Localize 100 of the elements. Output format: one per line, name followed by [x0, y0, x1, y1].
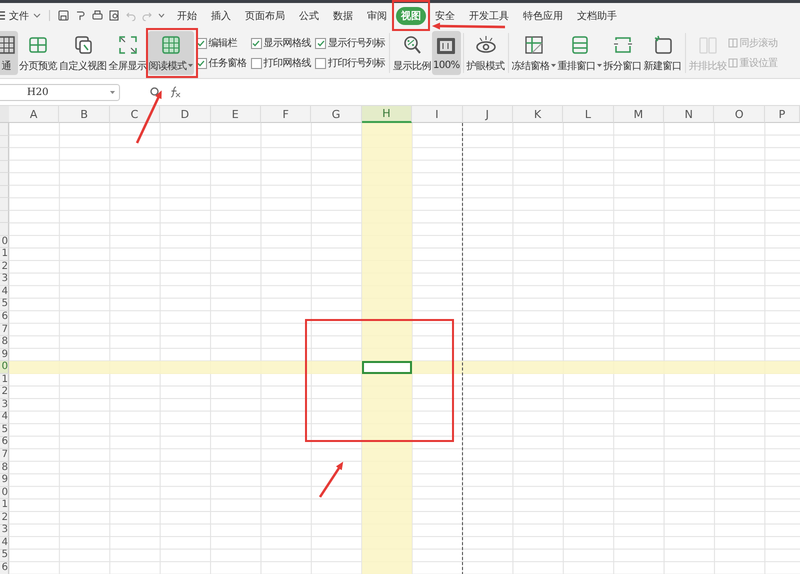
column-header[interactable]: P: [764, 106, 800, 123]
row-header[interactable]: 5: [0, 550, 9, 562]
ribbon-button[interactable]: 护眼模式: [466, 31, 506, 75]
eye-icon: [474, 34, 497, 56]
ribbon-button[interactable]: 通: [0, 31, 18, 75]
row-header[interactable]: 9: [0, 348, 9, 362]
row-header[interactable]: 0: [0, 236, 9, 248]
row-header[interactable]: 0: [0, 361, 9, 374]
name-box[interactable]: H20: [0, 84, 120, 100]
row-header[interactable]: [0, 198, 9, 211]
row-header[interactable]: 1: [0, 248, 9, 262]
ribbon-tab[interactable]: 公式: [294, 6, 324, 24]
row-header[interactable]: [0, 186, 9, 198]
file-menu[interactable]: 文件: [9, 8, 29, 22]
row-header[interactable]: 3: [0, 399, 9, 412]
ribbon-tab[interactable]: 数据: [328, 6, 358, 24]
row-header[interactable]: 1: [0, 374, 9, 386]
column-header[interactable]: B: [59, 106, 110, 123]
ribbon-button[interactable]: 100%: [432, 31, 461, 75]
column-header[interactable]: L: [563, 106, 614, 123]
column-header[interactable]: M: [614, 106, 664, 123]
print-icon[interactable]: [92, 10, 103, 21]
function-icon[interactable]: [169, 86, 181, 98]
checkbox[interactable]: 打印网格线: [250, 56, 311, 70]
column-header[interactable]: E: [210, 106, 261, 123]
checkbox[interactable]: 编辑栏: [196, 36, 246, 50]
column-header[interactable]: J: [462, 106, 513, 123]
column-header[interactable]: O: [714, 106, 765, 123]
check-icon: [197, 40, 205, 46]
column-header[interactable]: D: [160, 106, 211, 123]
ribbon-tab[interactable]: 安全: [430, 6, 460, 24]
ribbon-button[interactable]: 冻结窗格: [510, 31, 557, 75]
row-header[interactable]: 3: [0, 524, 9, 538]
ribbon-button[interactable]: 拆分窗口: [602, 31, 643, 75]
ribbon-tab[interactable]: 开发工具: [464, 6, 514, 24]
grid-icon: [0, 34, 17, 56]
row-header[interactable]: 7: [0, 324, 9, 336]
checkbox[interactable]: 显示网格线: [250, 36, 311, 50]
row-header[interactable]: 2: [0, 386, 9, 400]
chevron-icon[interactable]: [33, 12, 41, 18]
row-header[interactable]: [0, 148, 9, 161]
row-header[interactable]: 1: [0, 499, 9, 512]
row-header[interactable]: 0: [0, 486, 9, 500]
row-header[interactable]: [0, 160, 9, 174]
ribbon-button[interactable]: 重排窗口: [556, 31, 603, 75]
undo-icon[interactable]: [126, 10, 136, 20]
arrow: [318, 462, 344, 498]
row-header[interactable]: [0, 210, 9, 224]
row-header[interactable]: 3: [0, 274, 9, 286]
row-header[interactable]: 9: [0, 474, 9, 487]
row-header[interactable]: 6: [0, 562, 9, 574]
ribbon-button[interactable]: 新建窗口: [642, 31, 683, 75]
row-header[interactable]: [0, 223, 9, 236]
zoom-icon[interactable]: [150, 86, 161, 98]
column-header[interactable]: N: [664, 106, 714, 123]
ribbon-tab[interactable]: 文档助手: [572, 6, 622, 24]
select-all-corner[interactable]: [0, 106, 9, 123]
column-header[interactable]: F: [260, 106, 312, 123]
redo-icon[interactable]: [142, 10, 152, 20]
checkbox[interactable]: 打印行号列标: [315, 56, 385, 70]
row-header[interactable]: 2: [0, 261, 9, 274]
panel-icon: [728, 38, 738, 48]
column-header[interactable]: G: [311, 106, 362, 123]
active-cell[interactable]: [362, 361, 412, 374]
row-header[interactable]: 7: [0, 449, 9, 462]
row-header[interactable]: 6: [0, 436, 9, 450]
grid-icon: [160, 34, 182, 56]
ribbon-button[interactable]: 分页预览: [18, 31, 58, 75]
row-header[interactable]: 8: [0, 462, 9, 474]
row-header[interactable]: [0, 173, 9, 186]
save-icon[interactable]: [58, 10, 69, 21]
checkbox[interactable]: 显示行号列标: [315, 36, 385, 50]
ribbon-button[interactable]: 全屏显示: [108, 31, 148, 75]
row-header[interactable]: 8: [0, 336, 9, 349]
row-header[interactable]: 6: [0, 311, 9, 324]
ribbon-tab[interactable]: 审阅: [362, 6, 392, 24]
row-header[interactable]: 4: [0, 286, 9, 299]
column-header[interactable]: C: [110, 106, 160, 123]
column-header[interactable]: I: [412, 106, 463, 123]
dropdown-icon[interactable]: [158, 13, 165, 18]
ribbon-tab[interactable]: 特色应用: [518, 6, 568, 24]
column-header[interactable]: A: [9, 106, 60, 123]
row-header[interactable]: [0, 123, 9, 136]
ribbon-button[interactable]: 自定义视图: [58, 31, 108, 75]
ribbon-tab[interactable]: 开始: [172, 6, 202, 24]
checkbox[interactable]: 任务窗格: [196, 56, 246, 70]
column-header[interactable]: H: [362, 106, 412, 123]
ribbon-tab[interactable]: 页面布局: [240, 6, 290, 24]
row-header[interactable]: 4: [0, 537, 9, 550]
row-header[interactable]: 5: [0, 298, 9, 312]
expand-icon: [116, 34, 138, 56]
preview-icon[interactable]: [109, 10, 120, 21]
row-header[interactable]: 5: [0, 424, 9, 437]
row-header[interactable]: [0, 136, 9, 148]
ribbon-tab[interactable]: 插入: [206, 6, 236, 24]
column-header[interactable]: K: [512, 106, 564, 123]
row-header[interactable]: 4: [0, 412, 9, 424]
row-header[interactable]: 2: [0, 512, 9, 524]
ribbon-button[interactable]: 显示比例: [392, 31, 432, 75]
check-icon: [252, 40, 260, 46]
